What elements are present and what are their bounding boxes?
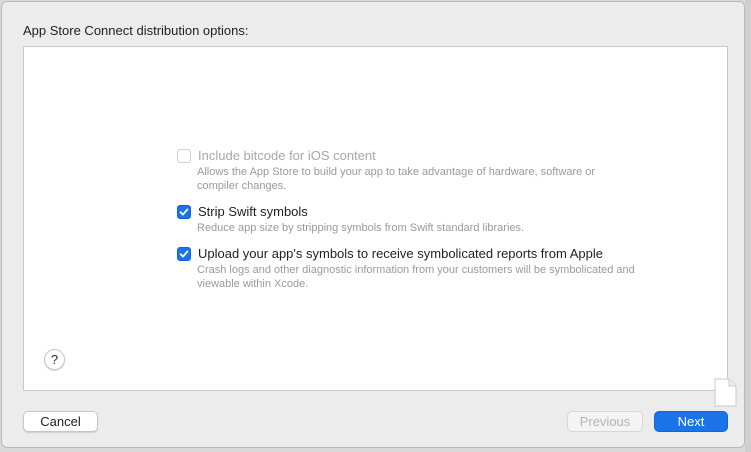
help-button[interactable]: ? (44, 349, 65, 370)
include-bitcode-label: Include bitcode for iOS content (198, 148, 376, 163)
include-bitcode-description: Allows the App Store to build your app t… (197, 166, 596, 192)
options-panel: Include bitcode for iOS content Allows t… (23, 46, 728, 391)
background-window-edge (745, 0, 751, 452)
strip-swift-symbols-description: Reduce app size by stripping symbols fro… (197, 222, 525, 234)
document-icon (714, 378, 737, 407)
previous-button[interactable]: Previous (567, 411, 643, 432)
option-include-bitcode: Include bitcode for iOS content Allows t… (177, 148, 637, 193)
checkmark-icon (179, 250, 189, 257)
next-button[interactable]: Next (654, 411, 728, 432)
cancel-button[interactable]: Cancel (23, 411, 98, 432)
distribution-options-sheet: App Store Connect distribution options: … (1, 1, 745, 448)
upload-symbols-description: Crash logs and other diagnostic informat… (197, 264, 635, 290)
include-bitcode-checkbox[interactable] (177, 148, 191, 163)
strip-swift-symbols-checkbox[interactable] (177, 204, 191, 219)
option-upload-symbols: Upload your app's symbols to receive sym… (177, 246, 637, 291)
upload-symbols-checkbox[interactable] (177, 246, 191, 261)
strip-swift-symbols-label: Strip Swift symbols (198, 204, 308, 219)
upload-symbols-label: Upload your app's symbols to receive sym… (198, 246, 603, 261)
dialog-heading: App Store Connect distribution options: (23, 23, 249, 38)
checkmark-icon (179, 208, 189, 215)
option-strip-swift-symbols: Strip Swift symbols Reduce app size by s… (177, 204, 637, 235)
